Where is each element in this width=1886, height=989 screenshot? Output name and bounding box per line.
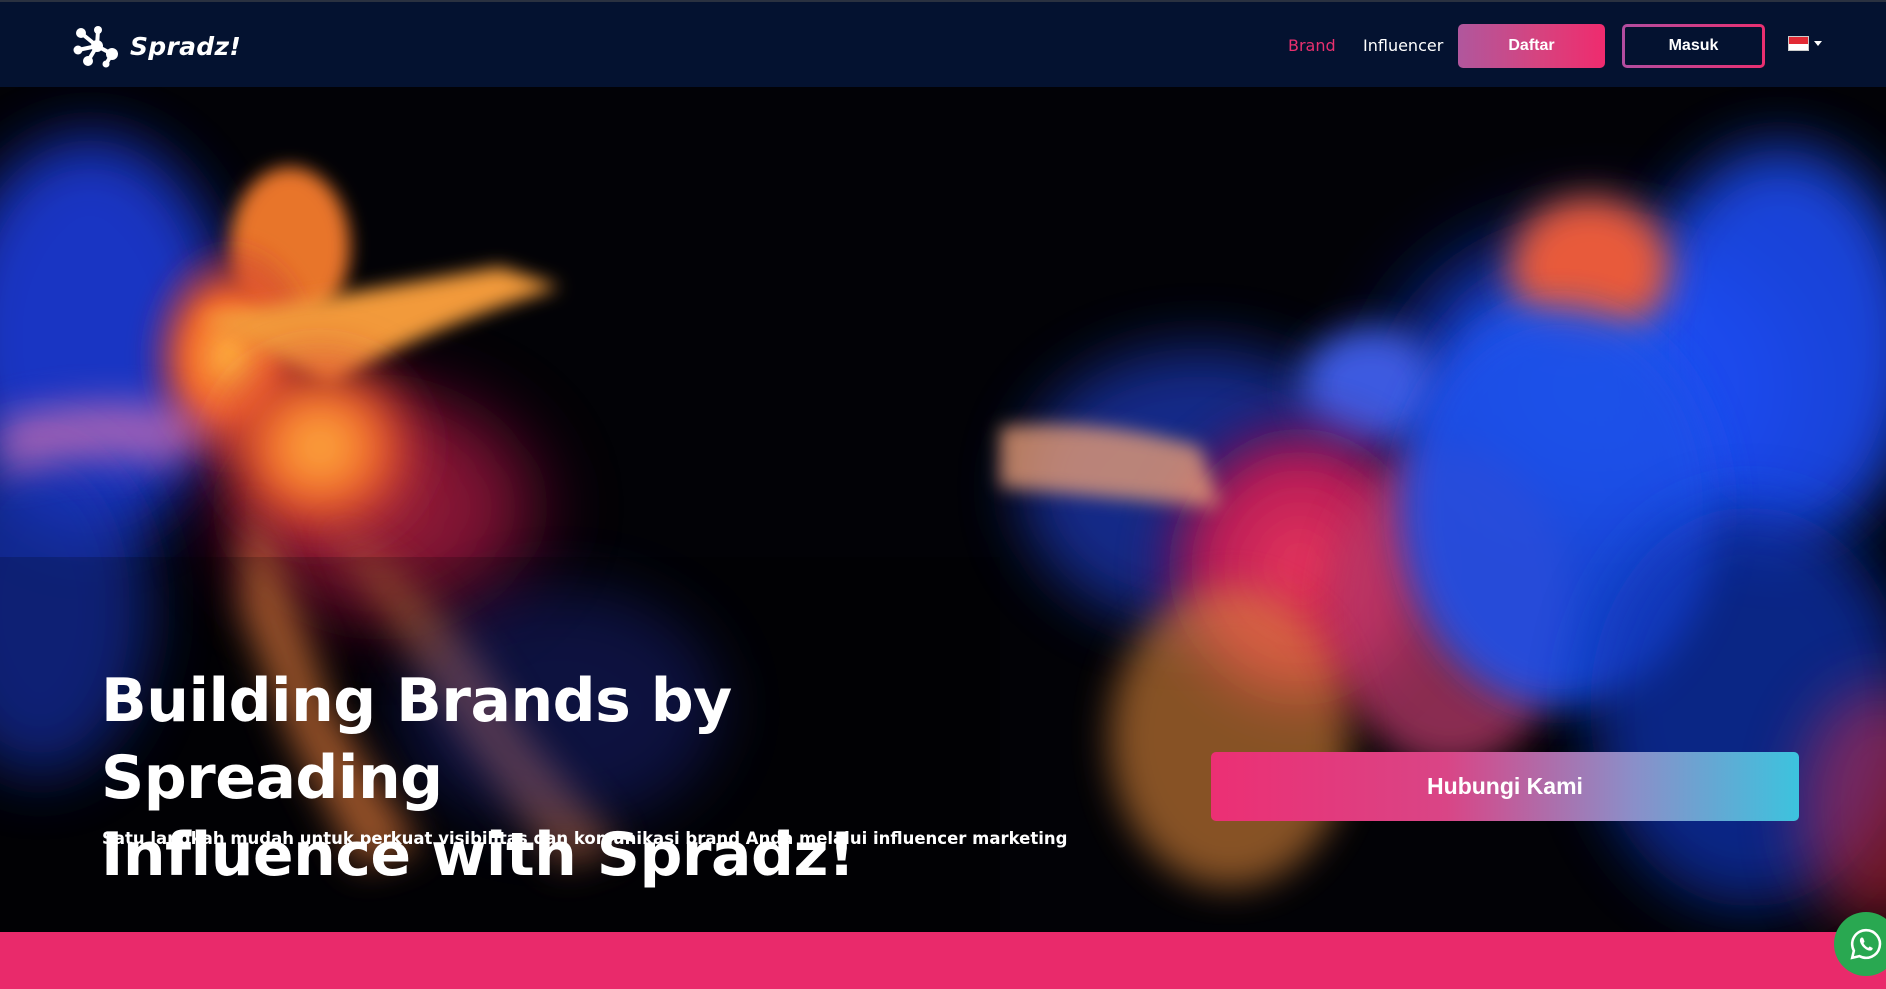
hero-subtitle: Satu langkah mudah untuk perkuat visibil… [102,829,1068,848]
contact-us-button[interactable]: Hubungi Kami [1211,752,1799,821]
top-navbar: Spradz! Brand Influencer Daftar Masuk [0,0,1886,87]
hero-section: Building Brands by Spreading Influence w… [0,87,1886,932]
hero-title-line-1: Building Brands by Spreading [101,666,732,813]
caret-down-icon [1814,41,1822,46]
logo-mark-icon [73,26,118,68]
hero-title: Building Brands by Spreading Influence w… [101,663,1001,894]
whatsapp-icon [1850,928,1882,960]
nav-link-brand[interactable]: Brand [1288,36,1336,55]
pink-section-band [0,932,1886,989]
indonesia-flag-icon [1788,36,1809,51]
nav-link-influencer[interactable]: Influencer [1363,36,1443,55]
login-button[interactable]: Masuk [1622,24,1765,68]
language-selector[interactable] [1788,36,1822,51]
register-button[interactable]: Daftar [1458,24,1605,68]
logo[interactable]: Spradz! [72,24,241,68]
logo-text: Spradz! [130,31,242,61]
